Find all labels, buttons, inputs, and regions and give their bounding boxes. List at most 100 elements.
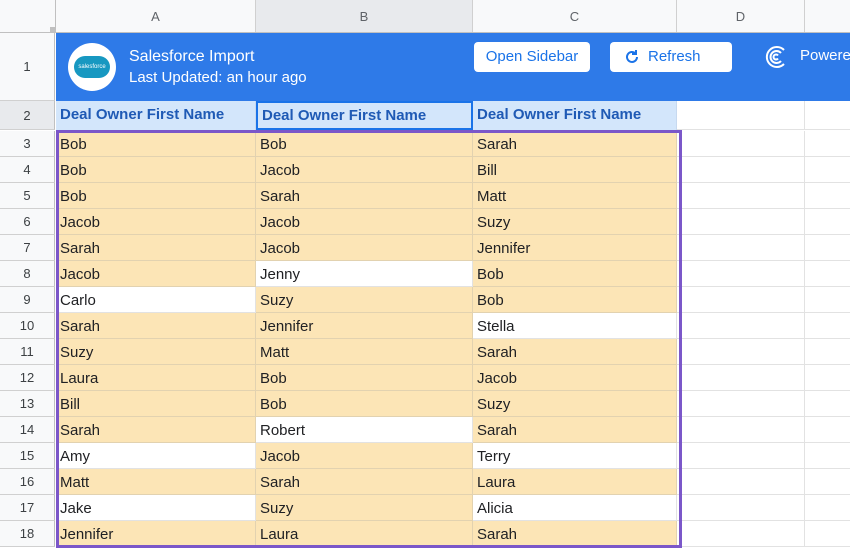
cell-c16[interactable]: Laura [473,469,677,495]
cell-e14[interactable] [805,417,850,443]
cell-d13[interactable] [677,391,805,417]
cell-e4[interactable] [805,157,850,183]
cell-c7[interactable]: Jennifer [473,235,677,261]
cell-c17[interactable]: Alicia [473,495,677,521]
cell-a15[interactable]: Amy [56,443,256,469]
cell-b9[interactable]: Suzy [256,287,473,313]
row-header-3[interactable]: 3 [0,131,55,157]
row-header-16[interactable]: 16 [0,469,55,495]
cell-e13[interactable] [805,391,850,417]
cell-a4[interactable]: Bob [56,157,256,183]
select-all-corner[interactable] [0,0,56,32]
row-header-1[interactable]: 1 [0,33,55,101]
cell-e16[interactable] [805,469,850,495]
open-sidebar-button[interactable]: Open Sidebar [474,42,590,72]
cell-b13[interactable]: Bob [256,391,473,417]
cell-d8[interactable] [677,261,805,287]
row-header-14[interactable]: 14 [0,417,55,443]
cell-b7[interactable]: Jacob [256,235,473,261]
cell-b15[interactable]: Jacob [256,443,473,469]
cell-b12[interactable]: Bob [256,365,473,391]
cell-a9[interactable]: Carlo [56,287,256,313]
cell-c6[interactable]: Suzy [473,209,677,235]
cell-c9[interactable]: Bob [473,287,677,313]
cell-e12[interactable] [805,365,850,391]
cell-b3[interactable]: Bob [256,131,473,157]
column-header-e[interactable] [805,0,850,32]
cell-e8[interactable] [805,261,850,287]
row-header-4[interactable]: 4 [0,157,55,183]
cell-e3[interactable] [805,131,850,157]
cell-d5[interactable] [677,183,805,209]
header-cell-a2[interactable]: Deal Owner First Name [56,101,256,130]
cell-c12[interactable]: Jacob [473,365,677,391]
cell-a14[interactable]: Sarah [56,417,256,443]
cell-d10[interactable] [677,313,805,339]
cell-c3[interactable]: Sarah [473,131,677,157]
refresh-button[interactable]: Refresh [610,42,732,72]
cell-a12[interactable]: Laura [56,365,256,391]
cell-e15[interactable] [805,443,850,469]
row-header-18[interactable]: 18 [0,521,55,547]
cell-b18[interactable]: Laura [256,521,473,547]
cell-a8[interactable]: Jacob [56,261,256,287]
row-header-8[interactable]: 8 [0,261,55,287]
row-header-2[interactable]: 2 [0,101,55,130]
header-cell-c2[interactable]: Deal Owner First Name [473,101,677,130]
cell-b14[interactable]: Robert [256,417,473,443]
column-header-c[interactable]: C [473,0,677,32]
cell-b8[interactable]: Jenny [256,261,473,287]
cell-e7[interactable] [805,235,850,261]
cell-d16[interactable] [677,469,805,495]
cell-c13[interactable]: Suzy [473,391,677,417]
cell-e9[interactable] [805,287,850,313]
cell-e18[interactable] [805,521,850,547]
cell-d14[interactable] [677,417,805,443]
cell-d9[interactable] [677,287,805,313]
cell-d2[interactable] [677,101,805,130]
row-header-13[interactable]: 13 [0,391,55,417]
row-header-10[interactable]: 10 [0,313,55,339]
cell-c15[interactable]: Terry [473,443,677,469]
row-header-12[interactable]: 12 [0,365,55,391]
cell-b17[interactable]: Suzy [256,495,473,521]
cell-d11[interactable] [677,339,805,365]
cell-e6[interactable] [805,209,850,235]
cell-c18[interactable]: Sarah [473,521,677,547]
cell-c4[interactable]: Bill [473,157,677,183]
row-header-11[interactable]: 11 [0,339,55,365]
header-cell-b2[interactable]: Deal Owner First Name [256,101,473,130]
cell-d17[interactable] [677,495,805,521]
cell-a7[interactable]: Sarah [56,235,256,261]
row-header-5[interactable]: 5 [0,183,55,209]
cell-b5[interactable]: Sarah [256,183,473,209]
cell-a13[interactable]: Bill [56,391,256,417]
cell-d3[interactable] [677,131,805,157]
cell-a6[interactable]: Jacob [56,209,256,235]
cell-a3[interactable]: Bob [56,131,256,157]
column-header-a[interactable]: A [56,0,256,32]
cell-e17[interactable] [805,495,850,521]
row-header-17[interactable]: 17 [0,495,55,521]
cell-e10[interactable] [805,313,850,339]
cell-a5[interactable]: Bob [56,183,256,209]
cell-b6[interactable]: Jacob [256,209,473,235]
cell-b16[interactable]: Sarah [256,469,473,495]
row-header-15[interactable]: 15 [0,443,55,469]
cell-d4[interactable] [677,157,805,183]
cell-d12[interactable] [677,365,805,391]
cell-a10[interactable]: Sarah [56,313,256,339]
cell-b4[interactable]: Jacob [256,157,473,183]
cell-b10[interactable]: Jennifer [256,313,473,339]
cell-a18[interactable]: Jennifer [56,521,256,547]
cell-d6[interactable] [677,209,805,235]
cell-e5[interactable] [805,183,850,209]
cell-e11[interactable] [805,339,850,365]
cell-a11[interactable]: Suzy [56,339,256,365]
cell-a16[interactable]: Matt [56,469,256,495]
cell-c5[interactable]: Matt [473,183,677,209]
cell-c8[interactable]: Bob [473,261,677,287]
cell-a17[interactable]: Jake [56,495,256,521]
row-header-6[interactable]: 6 [0,209,55,235]
cell-c10[interactable]: Stella [473,313,677,339]
